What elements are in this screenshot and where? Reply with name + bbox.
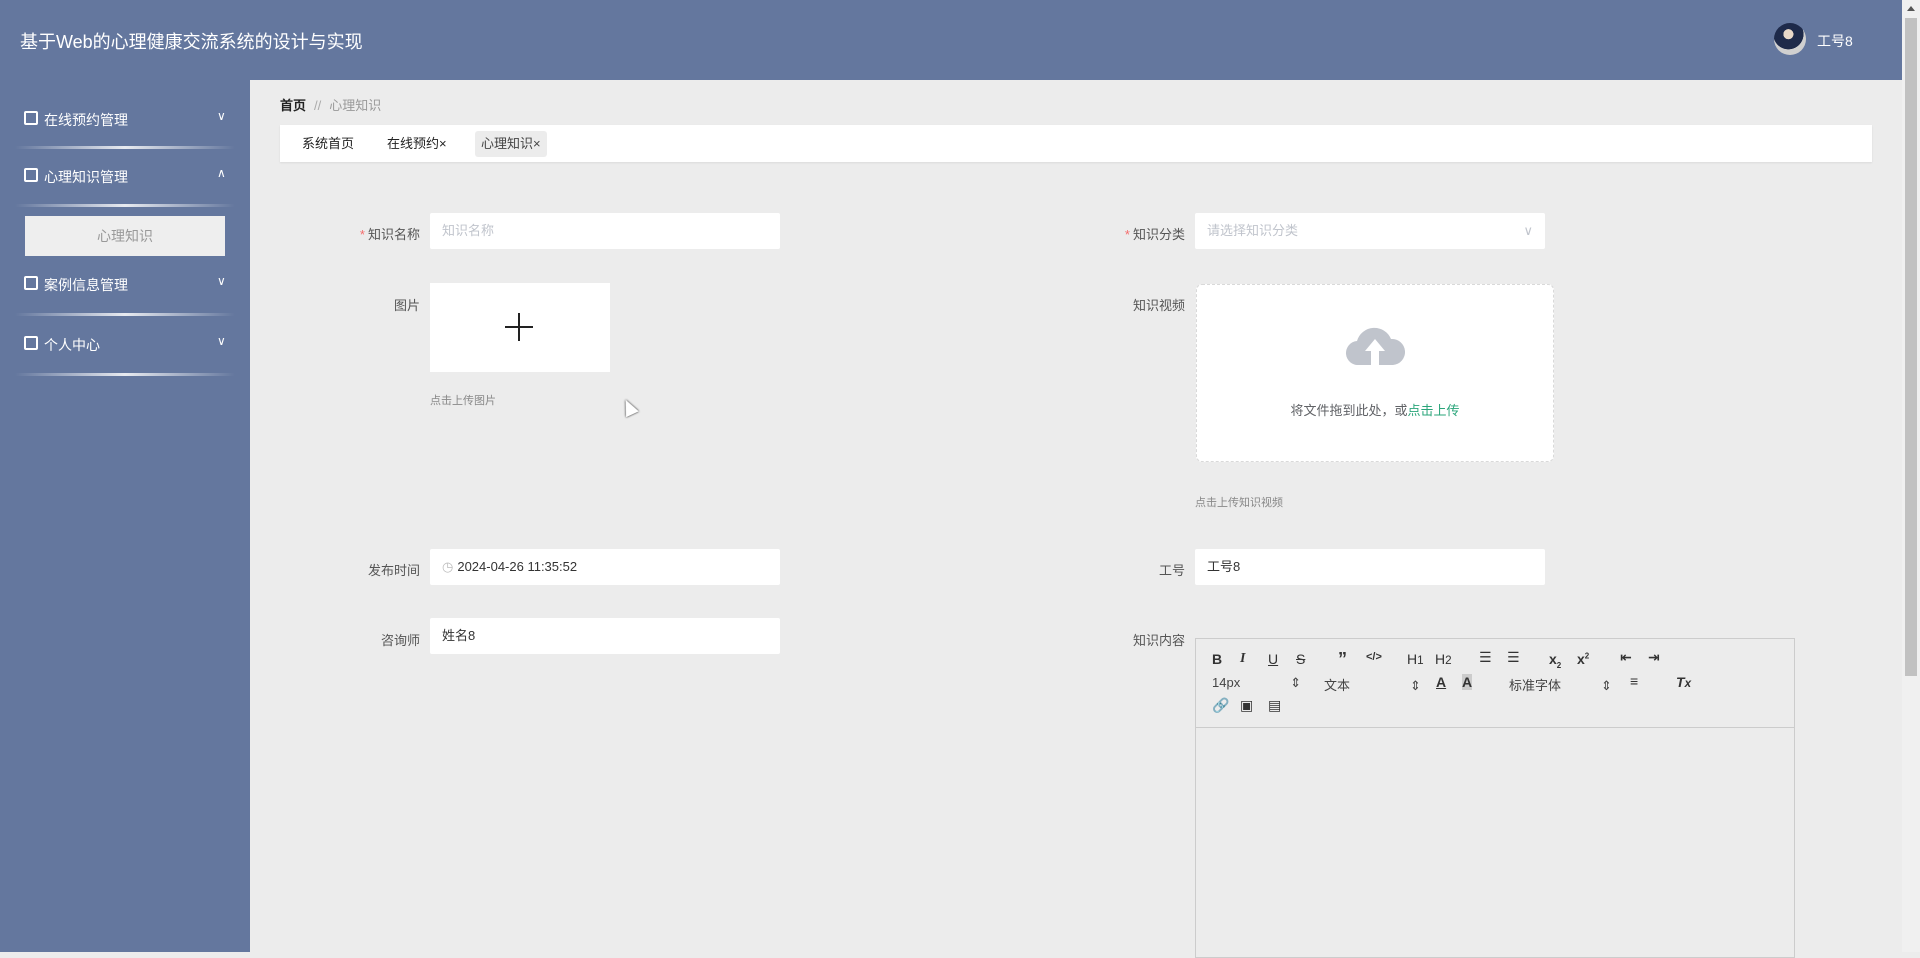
tab-label: 在线预约 bbox=[387, 136, 440, 151]
sidebar-item-cases[interactable]: 案例信息管理 ∨ bbox=[0, 264, 250, 304]
chevron-down-icon: ∨ bbox=[217, 334, 226, 348]
tab-knowledge[interactable]: 心理知识× bbox=[475, 131, 547, 157]
divider bbox=[15, 204, 235, 207]
click-upload-link[interactable]: 点击上传 bbox=[1408, 403, 1460, 418]
briefcase-icon bbox=[24, 111, 38, 125]
breadcrumb-separator: // bbox=[314, 98, 322, 113]
tab-label: 系统首页 bbox=[302, 136, 355, 151]
name-input[interactable]: 知识名称 bbox=[430, 213, 780, 249]
header-2-icon[interactable]: H2 bbox=[1435, 651, 1452, 667]
top-header: 基于Web的心理健康交流系统的设计与实现 工号8 bbox=[0, 0, 1902, 80]
video-hint: 点击上传知识视频 bbox=[1195, 497, 1283, 509]
name-label: * 知识名称 bbox=[359, 227, 420, 242]
sidebar-item-personal[interactable]: 个人中心 ∨ bbox=[0, 324, 250, 364]
page-scrollbar[interactable] bbox=[1902, 0, 1920, 952]
chevron-down-icon: ∨ bbox=[1523, 223, 1533, 238]
divider bbox=[15, 146, 235, 149]
staff-no-label: 工号 bbox=[1158, 563, 1185, 578]
video-label: 知识视频 bbox=[1132, 298, 1185, 313]
publish-time-input[interactable]: ◷ 2024-04-26 11:35:52 bbox=[430, 549, 780, 585]
clear-format-icon[interactable]: Tx bbox=[1676, 674, 1691, 690]
close-icon[interactable]: × bbox=[533, 136, 541, 151]
plus-icon-stroke bbox=[518, 313, 520, 341]
font-family-select[interactable]: 标准字体 ⇕ bbox=[1509, 675, 1612, 694]
tab-home[interactable]: 系统首页 bbox=[296, 131, 360, 157]
sidebar-item-appointment[interactable]: 在线预约管理 ∨ bbox=[0, 99, 250, 139]
header-1-icon[interactable]: H1 bbox=[1407, 651, 1424, 667]
cloud-upload-icon bbox=[1346, 327, 1405, 365]
publish-time-value: 2024-04-26 11:35:52 bbox=[457, 559, 578, 574]
staff-no-input[interactable]: 工号8 bbox=[1195, 549, 1545, 585]
tab-bar: 系统首页 在线预约× 心理知识× bbox=[280, 125, 1872, 162]
background-color-icon[interactable]: A bbox=[1462, 674, 1473, 690]
picture-hint: 点击上传图片 bbox=[430, 395, 496, 407]
grid-icon bbox=[24, 276, 38, 290]
scroll-thumb[interactable] bbox=[1905, 18, 1917, 676]
dropzone-text: 将文件拖到此处，或点击上传 bbox=[1290, 403, 1460, 418]
sidebar-item-knowledge[interactable]: 心理知识管理 ∧ bbox=[0, 156, 250, 196]
video-icon[interactable]: ▤ bbox=[1268, 697, 1281, 714]
chevron-up-icon: ∧ bbox=[217, 166, 226, 180]
superscript-icon[interactable]: x2 bbox=[1577, 651, 1589, 667]
link-icon[interactable]: 🔗 bbox=[1212, 697, 1229, 714]
divider bbox=[15, 373, 235, 376]
sidebar: 在线预约管理 ∨ 心理知识管理 ∧ 心理知识 案例信息管理 ∨ 个人中心 ∨ bbox=[0, 80, 250, 952]
bold-icon[interactable]: B bbox=[1212, 651, 1222, 667]
counselor-label: 咨询师 bbox=[380, 633, 420, 648]
strike-icon[interactable]: S bbox=[1296, 651, 1305, 667]
tab-appointment[interactable]: 在线预约× bbox=[381, 131, 453, 157]
subscript-icon[interactable]: x2 bbox=[1549, 651, 1561, 670]
sidebar-item-label: 心理知识管理 bbox=[44, 169, 128, 185]
app-title: 基于Web的心理健康交流系统的设计与实现 bbox=[20, 32, 363, 52]
clipboard-icon bbox=[24, 168, 38, 182]
bullet-list-icon[interactable]: ☰ bbox=[1507, 649, 1520, 666]
code-block-icon[interactable]: </> bbox=[1366, 651, 1382, 663]
ordered-list-icon[interactable]: ☰ bbox=[1479, 649, 1492, 666]
divider bbox=[15, 313, 235, 316]
indent-icon[interactable]: ⇥ bbox=[1648, 649, 1660, 666]
username[interactable]: 工号8 bbox=[1817, 31, 1853, 51]
content-label: 知识内容 bbox=[1132, 633, 1185, 648]
underline-icon[interactable]: U bbox=[1268, 651, 1278, 667]
video-upload-dropzone[interactable]: 将文件拖到此处，或点击上传 bbox=[1196, 284, 1554, 462]
align-icon[interactable]: ≡ bbox=[1630, 673, 1638, 689]
category-select[interactable]: 请选择知识分类 ∨ bbox=[1195, 213, 1545, 249]
tab-label: 心理知识 bbox=[481, 136, 534, 151]
blockquote-icon[interactable]: ” bbox=[1338, 649, 1347, 670]
text-color-icon[interactable]: A bbox=[1436, 674, 1446, 690]
outdent-icon[interactable]: ⇤ bbox=[1620, 649, 1632, 666]
block-type-select[interactable]: 文本 ⇕ bbox=[1324, 675, 1421, 694]
chevron-down-icon: ∨ bbox=[217, 274, 226, 288]
user-avatar[interactable] bbox=[1774, 23, 1806, 55]
picture-label: 图片 bbox=[393, 298, 420, 313]
counselor-input[interactable]: 姓名8 bbox=[430, 618, 780, 654]
sidebar-item-label: 个人中心 bbox=[44, 337, 100, 353]
submenu-item-knowledge[interactable]: 心理知识 bbox=[25, 216, 225, 256]
breadcrumb-home[interactable]: 首页 bbox=[280, 98, 306, 113]
editor-toolbar: B I U S ” </> H1 H2 ☰ ☰ x2 x2 ⇤ ⇥ 14px ⇕ … bbox=[1196, 639, 1794, 728]
mouse-cursor bbox=[619, 396, 639, 418]
chevron-down-icon: ∨ bbox=[217, 109, 226, 123]
italic-icon[interactable]: I bbox=[1240, 651, 1245, 667]
name-placeholder: 知识名称 bbox=[442, 223, 495, 238]
wallet-icon bbox=[24, 336, 38, 350]
scroll-up-icon[interactable] bbox=[1907, 6, 1915, 11]
breadcrumb: 首页 // 心理知识 bbox=[280, 95, 381, 114]
sidebar-item-label: 案例信息管理 bbox=[44, 277, 128, 293]
breadcrumb-current: 心理知识 bbox=[329, 98, 382, 113]
editor-content-area[interactable] bbox=[1196, 728, 1794, 958]
close-icon[interactable]: × bbox=[439, 136, 447, 151]
font-size-select[interactable]: 14px ⇕ bbox=[1212, 675, 1301, 691]
sidebar-item-label: 在线预约管理 bbox=[44, 112, 128, 128]
category-placeholder: 请选择知识分类 bbox=[1207, 223, 1299, 238]
image-icon[interactable]: ▣ bbox=[1240, 697, 1253, 714]
picture-upload[interactable] bbox=[430, 283, 610, 372]
rich-text-editor: B I U S ” </> H1 H2 ☰ ☰ x2 x2 ⇤ ⇥ 14px ⇕ … bbox=[1195, 638, 1795, 958]
publish-time-label: 发布时间 bbox=[367, 563, 420, 578]
category-label: * 知识分类 bbox=[1124, 227, 1185, 242]
clock-icon: ◷ bbox=[442, 559, 454, 574]
